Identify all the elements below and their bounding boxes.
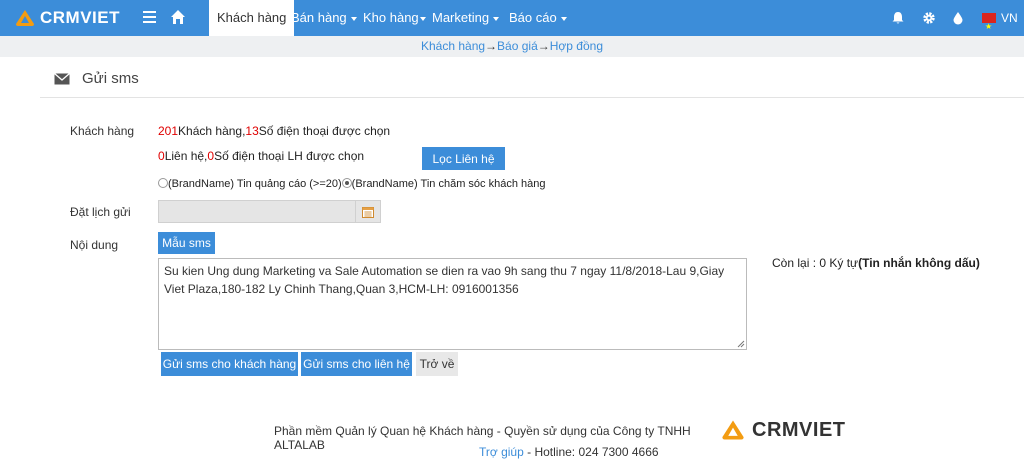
nav-label: Bán hàng (291, 10, 347, 25)
contact-count-text: Liên hệ, (164, 149, 208, 163)
contact-count: 0 (158, 149, 165, 163)
remaining-count: Còn lại : 0 Ký tự (772, 256, 859, 270)
customer-count-text: Khách hàng, (178, 124, 246, 138)
breadcrumb-separator: → (537, 39, 550, 53)
nav-khach-hang[interactable]: Khách hàng (209, 0, 295, 37)
footer-support: Trợ giúp - Hotline: 024 7300 4666 (479, 445, 739, 459)
envelope-icon (54, 73, 70, 85)
resize-grip-icon[interactable] (737, 340, 745, 348)
footer-logo-text: CRMVIET (752, 418, 846, 441)
remaining-note: (Tin nhắn không dấu) (858, 256, 980, 270)
contact-phone-text: Số điện thoại LH được chọn (214, 149, 365, 163)
nav-label: Báo cáo (509, 10, 557, 25)
phone-count: 13 (245, 124, 259, 138)
hotline: - Hotline: 024 7300 4666 (523, 445, 659, 459)
radio-care-label: (BrandName) Tin chăm sóc khách hàng (351, 178, 546, 190)
breadcrumb-khach-hang[interactable]: Khách hàng (421, 39, 485, 53)
customer-summary: 201Khách hàng,13Số điện thoại được chọn (158, 124, 390, 138)
page-title: Gửi sms (82, 70, 139, 87)
nav-kho-hang[interactable]: Kho hàng (363, 0, 426, 36)
breadcrumb-hop-dong[interactable]: Hợp đồng (550, 39, 603, 53)
caret-down-icon (350, 16, 357, 21)
logo[interactable]: CRMVIET (14, 6, 120, 30)
nav-label: Marketing (432, 10, 490, 25)
vietnam-flag-icon (982, 9, 996, 45)
sms-template-button[interactable]: Mẫu sms (158, 232, 215, 254)
top-navbar: CRMVIET Khách hàng Bán hàng Kho hàng Mar… (0, 0, 1024, 45)
nav-ban-hang[interactable]: Bán hàng (291, 0, 357, 36)
crm-logo-icon (722, 420, 744, 440)
hamburger-icon[interactable] (143, 11, 156, 24)
help-link[interactable]: Trợ giúp (479, 445, 524, 459)
gear-icon[interactable] (922, 11, 936, 25)
bell-icon[interactable] (891, 11, 905, 25)
nav-marketing[interactable]: Marketing (432, 0, 500, 36)
content-label: Nội dung (70, 238, 119, 252)
caret-down-icon (493, 16, 500, 21)
footer-logo: CRMVIET (720, 416, 846, 444)
calendar-icon (362, 207, 374, 218)
caret-down-icon (419, 16, 426, 21)
calendar-button[interactable] (356, 200, 381, 223)
sms-content-textarea[interactable]: Su kien Ung dung Marketing va Sale Autom… (158, 258, 747, 350)
breadcrumb: Khách hàng→Báo giá→Hợp đồng (0, 36, 1024, 57)
page-header: Gửi sms (40, 58, 1024, 98)
phone-count-text: Số điện thoại được chọn (258, 124, 391, 138)
back-button[interactable]: Trở về (416, 352, 458, 376)
language-selector[interactable]: VN (982, 0, 1018, 45)
filter-contacts-button[interactable]: Lọc Liên hệ (422, 147, 505, 170)
nav-label: Khách hàng (217, 10, 287, 25)
language-label: VN (1001, 11, 1018, 25)
remaining-chars: Còn lại : 0 Ký tự(Tin nhắn không dấu) (772, 256, 980, 270)
drop-icon[interactable] (951, 11, 965, 25)
customer-count: 201 (158, 124, 179, 138)
radio-ad-label: (BrandName) Tin quảng cáo (>=20) (168, 178, 342, 190)
crm-logo-icon (16, 10, 34, 26)
schedule-date-input[interactable] (158, 200, 356, 223)
home-icon[interactable] (170, 9, 186, 25)
nav-label: Kho hàng (363, 10, 419, 25)
schedule-label: Đặt lịch gửi (70, 205, 131, 219)
breadcrumb-bao-gia[interactable]: Báo giá (497, 39, 538, 53)
customer-label: Khách hàng (70, 124, 135, 138)
radio-ad-sms[interactable] (158, 178, 168, 189)
sms-type-options: (BrandName) Tin quảng cáo (>=20) (BrandNa… (158, 178, 545, 190)
breadcrumb-separator: → (485, 39, 498, 53)
nav-bao-cao[interactable]: Báo cáo (509, 0, 567, 36)
caret-down-icon (560, 16, 567, 21)
send-customers-button[interactable]: Gửi sms cho khách hàng (161, 352, 298, 376)
contact-summary: 0Liên hệ,0Số điện thoại LH được chọn (158, 149, 364, 163)
logo-text: CRMVIET (40, 8, 120, 27)
send-contacts-button[interactable]: Gửi sms cho liên hệ (301, 352, 412, 376)
radio-care-sms[interactable] (341, 178, 352, 189)
